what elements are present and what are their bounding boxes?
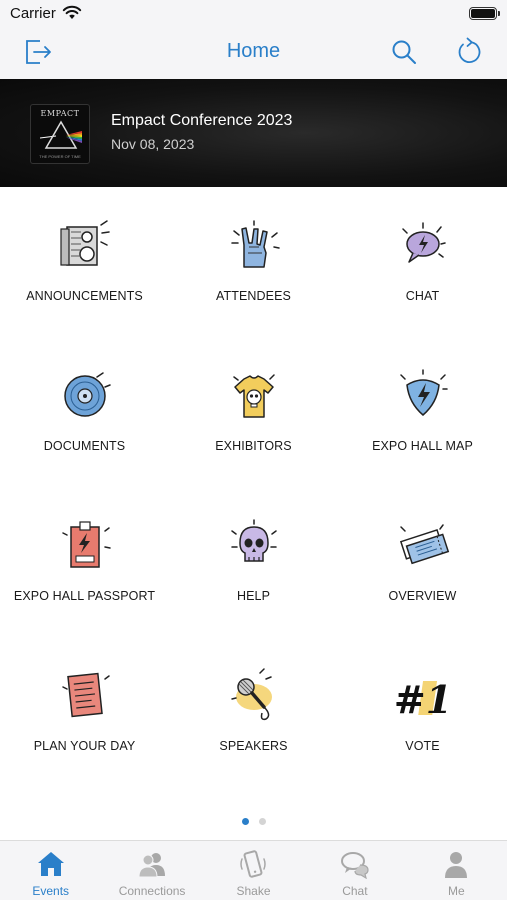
page-title: Home — [226, 40, 281, 62]
tile-label: EXPO HALL PASSPORT — [13, 589, 156, 603]
tile-label: EXHIBITORS — [215, 439, 292, 453]
battery-icon — [469, 7, 500, 20]
search-button[interactable] — [388, 36, 420, 68]
vote-glyph: #1 — [395, 677, 451, 722]
tab-bar: Events Connections Shake Chat Me — [0, 840, 507, 900]
tile-label: EXPO HALL MAP — [372, 439, 473, 453]
tab-label: Me — [447, 884, 465, 898]
tile-exhibitors[interactable]: EXHIBITORS — [169, 337, 338, 487]
tile-chat[interactable]: CHAT — [338, 187, 507, 337]
tile-label: HELP — [236, 589, 271, 603]
wifi-icon — [62, 5, 82, 19]
tile-speakers[interactable]: SPEAKERS — [169, 637, 338, 787]
number-one-icon: #1 — [395, 677, 451, 722]
tshirt-skull-icon — [233, 374, 275, 418]
setlist-icon — [62, 672, 110, 718]
tab-connections[interactable]: Connections — [101, 841, 202, 900]
person-icon — [445, 852, 468, 878]
event-title: Empact Conference 2023 — [111, 112, 293, 129]
refresh-icon — [458, 37, 481, 63]
tile-label: OVERVIEW — [388, 589, 457, 603]
backstage-pass-icon — [62, 521, 111, 568]
event-logo: EMPACT THE POWER OF TIME — [30, 104, 90, 164]
tab-label: Chat — [342, 884, 368, 898]
house-icon — [37, 852, 64, 876]
tab-label: Events — [32, 884, 70, 898]
tile-help[interactable]: HELP — [169, 487, 338, 637]
tab-label: Shake — [236, 884, 271, 898]
event-date: Nov 08, 2023 — [111, 136, 195, 152]
tab-chat[interactable]: Chat — [304, 841, 405, 900]
speaker-icon — [60, 220, 110, 266]
tile-announcements[interactable]: ANNOUNCEMENTS — [0, 187, 169, 337]
event-banner[interactable]: EMPACT THE POWER OF TIME — [0, 79, 507, 187]
tile-expo-hall-passport[interactable]: EXPO HALL PASSPORT — [0, 487, 169, 637]
tile-label: ANNOUNCEMENTS — [26, 289, 143, 303]
tile-label: VOTE — [405, 739, 440, 753]
guitar-pick-icon — [400, 369, 448, 416]
tile-documents[interactable]: DOCUMENTS — [0, 337, 169, 487]
phone-shake-icon — [240, 850, 267, 878]
prism-icon — [40, 120, 82, 149]
event-logo-tagline: THE POWER OF TIME — [39, 154, 81, 159]
feature-grid: ANNOUNCEMENTS ATTENDEES CHAT DOCUMENTS E… — [0, 187, 507, 787]
tile-label: PLAN YOUR DAY — [33, 739, 136, 753]
tile-expo-hall-map[interactable]: EXPO HALL MAP — [338, 337, 507, 487]
tile-overview[interactable]: OVERVIEW — [338, 487, 507, 637]
people-icon — [138, 853, 166, 878]
nav-bar: Home — [0, 28, 507, 79]
tile-label: CHAT — [405, 289, 440, 303]
tile-label: SPEAKERS — [219, 739, 288, 753]
rock-hand-icon — [231, 220, 280, 268]
search-icon — [392, 40, 416, 64]
tab-shake[interactable]: Shake — [203, 841, 304, 900]
page-dot-1[interactable] — [241, 818, 249, 825]
chat-bubble-icon — [402, 222, 446, 263]
tickets-icon — [399, 524, 450, 565]
skull-icon — [231, 519, 277, 562]
tab-me[interactable]: Me — [406, 841, 507, 900]
carrier-label: Carrier — [10, 5, 56, 22]
tile-vote[interactable]: #1 VOTE — [338, 637, 507, 787]
tab-label: Connections — [118, 884, 186, 898]
page-dot-2[interactable] — [258, 818, 266, 825]
tile-plan-your-day[interactable]: PLAN YOUR DAY — [0, 637, 169, 787]
microphone-icon — [231, 668, 272, 721]
page-indicator[interactable] — [0, 818, 507, 826]
tab-events[interactable]: Events — [0, 841, 101, 900]
tile-label: ATTENDEES — [216, 289, 291, 303]
event-logo-text: EMPACT — [40, 109, 80, 118]
refresh-button[interactable] — [453, 36, 485, 68]
chat-bubbles-icon — [340, 852, 369, 879]
tile-attendees[interactable]: ATTENDEES — [169, 187, 338, 337]
vinyl-record-icon — [64, 372, 111, 417]
tile-label: DOCUMENTS — [43, 439, 126, 453]
status-bar: Carrier — [0, 0, 507, 28]
